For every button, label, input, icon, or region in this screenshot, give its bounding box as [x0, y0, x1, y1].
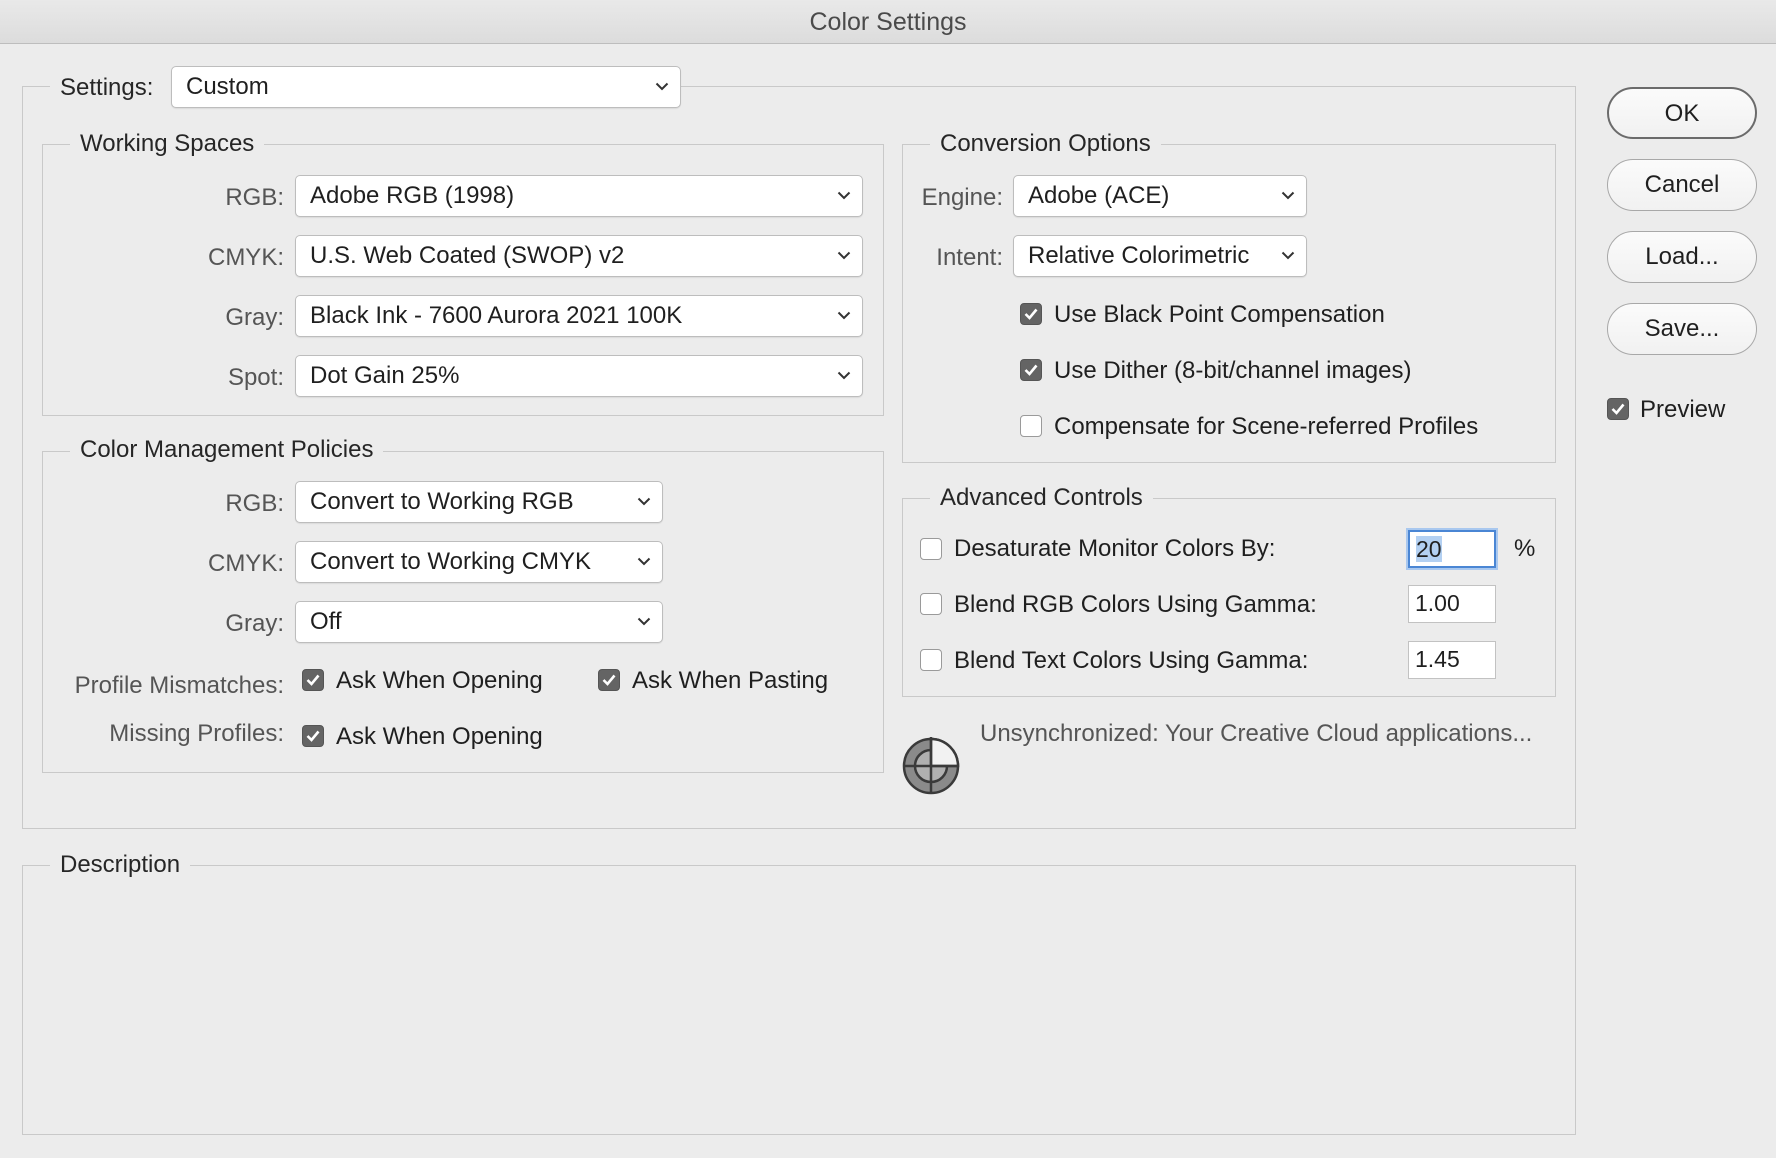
- settings-legend: Settings:: [50, 70, 176, 106]
- working-spaces-legend: Working Spaces: [70, 130, 265, 158]
- checkmark-icon: [1611, 403, 1625, 415]
- scene-referred-label: Compensate for Scene-referred Profiles: [1054, 413, 1479, 440]
- preview-checkbox[interactable]: [1607, 398, 1629, 420]
- checkmark-icon: [1024, 308, 1038, 320]
- profile-mismatches-label: Profile Mismatches:: [74, 672, 284, 699]
- checkmark-icon: [1024, 364, 1038, 376]
- save-button[interactable]: Save...: [1607, 303, 1757, 355]
- blend-text-label: Blend Text Colors Using Gamma:: [954, 647, 1309, 674]
- missing-ask-opening-checkbox[interactable]: [302, 725, 324, 747]
- engine-select[interactable]: Adobe (ACE): [1013, 175, 1307, 217]
- ws-spot-label: Spot:: [227, 364, 284, 391]
- checkmark-icon: [306, 730, 320, 742]
- pol-gray-label: Gray:: [225, 610, 284, 637]
- pol-cmyk-select[interactable]: Convert to Working CMYK: [295, 541, 663, 583]
- pol-gray-value: Off: [310, 608, 342, 635]
- blend-text-input[interactable]: 1.45: [1408, 641, 1496, 679]
- missing-profiles-label: Missing Profiles:: [109, 720, 284, 747]
- settings-select-value: Custom: [186, 73, 269, 100]
- chevron-down-icon: [1280, 236, 1296, 275]
- preview-label: Preview: [1640, 396, 1726, 423]
- desaturate-checkbox[interactable]: [920, 538, 942, 560]
- engine-label: Engine:: [921, 184, 1003, 211]
- chevron-down-icon: [836, 236, 852, 275]
- ws-spot-select[interactable]: Dot Gain 25%: [295, 355, 863, 397]
- intent-value: Relative Colorimetric: [1028, 242, 1250, 269]
- blend-text-value: 1.45: [1415, 646, 1460, 672]
- dither-checkbox[interactable]: [1020, 359, 1042, 381]
- ws-rgb-value: Adobe RGB (1998): [310, 182, 515, 209]
- chevron-down-icon: [636, 482, 652, 521]
- cancel-button[interactable]: Cancel: [1607, 159, 1757, 211]
- pol-cmyk-value: Convert to Working CMYK: [310, 548, 591, 575]
- mismatch-ask-opening-label: Ask When Opening: [336, 667, 543, 694]
- checkmark-icon: [306, 674, 320, 686]
- description-legend: Description: [50, 851, 191, 879]
- checkmark-icon: [602, 674, 616, 686]
- sync-status-text: Unsynchronized: Your Creative Cloud appl…: [980, 720, 1533, 747]
- window-titlebar: Color Settings: [0, 0, 1776, 44]
- chevron-down-icon: [1280, 176, 1296, 215]
- pol-gray-select[interactable]: Off: [295, 601, 663, 643]
- blend-text-checkbox[interactable]: [920, 649, 942, 671]
- scene-referred-checkbox[interactable]: [1020, 415, 1042, 437]
- sync-status-icon: [902, 733, 964, 795]
- ws-gray-select[interactable]: Black Ink - 7600 Aurora 2021 100K: [295, 295, 863, 337]
- ws-cmyk-value: U.S. Web Coated (SWOP) v2: [310, 242, 625, 269]
- mismatch-ask-opening-checkbox[interactable]: [302, 669, 324, 691]
- ws-rgb-select[interactable]: Adobe RGB (1998): [295, 175, 863, 217]
- ws-spot-value: Dot Gain 25%: [310, 362, 460, 389]
- dither-label: Use Dither (8-bit/channel images): [1054, 357, 1412, 384]
- conversion-legend: Conversion Options: [930, 130, 1161, 158]
- chevron-down-icon: [636, 542, 652, 581]
- chevron-down-icon: [636, 602, 652, 641]
- chevron-down-icon: [836, 296, 852, 335]
- ok-button[interactable]: OK: [1607, 87, 1757, 139]
- desaturate-value: 20: [1416, 536, 1442, 562]
- desaturate-label: Desaturate Monitor Colors By:: [954, 535, 1276, 562]
- chevron-down-icon: [836, 356, 852, 395]
- intent-select[interactable]: Relative Colorimetric: [1013, 235, 1307, 277]
- policies-legend: Color Management Policies: [70, 436, 384, 464]
- pol-rgb-label: RGB:: [225, 490, 284, 517]
- chevron-down-icon: [654, 67, 670, 106]
- intent-label: Intent:: [936, 244, 1003, 271]
- blend-rgb-checkbox[interactable]: [920, 593, 942, 615]
- desaturate-input[interactable]: 20: [1408, 530, 1496, 568]
- description-group: [22, 865, 1576, 1135]
- pol-cmyk-label: CMYK:: [207, 550, 284, 577]
- ws-gray-value: Black Ink - 7600 Aurora 2021 100K: [310, 302, 683, 329]
- black-point-label: Use Black Point Compensation: [1054, 301, 1385, 328]
- ws-cmyk-label: CMYK:: [207, 244, 284, 271]
- pol-rgb-value: Convert to Working RGB: [310, 488, 574, 515]
- missing-ask-opening-label: Ask When Opening: [336, 723, 543, 750]
- pol-rgb-select[interactable]: Convert to Working RGB: [295, 481, 663, 523]
- ws-gray-label: Gray:: [225, 304, 284, 331]
- advanced-legend: Advanced Controls: [930, 484, 1153, 512]
- ws-cmyk-select[interactable]: U.S. Web Coated (SWOP) v2: [295, 235, 863, 277]
- settings-select[interactable]: Custom: [171, 66, 681, 108]
- blend-rgb-label: Blend RGB Colors Using Gamma:: [954, 591, 1317, 618]
- mismatch-ask-pasting-checkbox[interactable]: [598, 669, 620, 691]
- desaturate-unit: %: [1514, 535, 1536, 562]
- engine-value: Adobe (ACE): [1028, 182, 1170, 209]
- blend-rgb-input[interactable]: 1.00: [1408, 585, 1496, 623]
- ws-rgb-label: RGB:: [225, 184, 284, 211]
- chevron-down-icon: [836, 176, 852, 215]
- black-point-checkbox[interactable]: [1020, 303, 1042, 325]
- load-button[interactable]: Load...: [1607, 231, 1757, 283]
- settings-label: Settings:: [60, 74, 154, 101]
- mismatch-ask-pasting-label: Ask When Pasting: [632, 667, 829, 694]
- window-title: Color Settings: [809, 8, 967, 36]
- blend-rgb-value: 1.00: [1415, 590, 1460, 616]
